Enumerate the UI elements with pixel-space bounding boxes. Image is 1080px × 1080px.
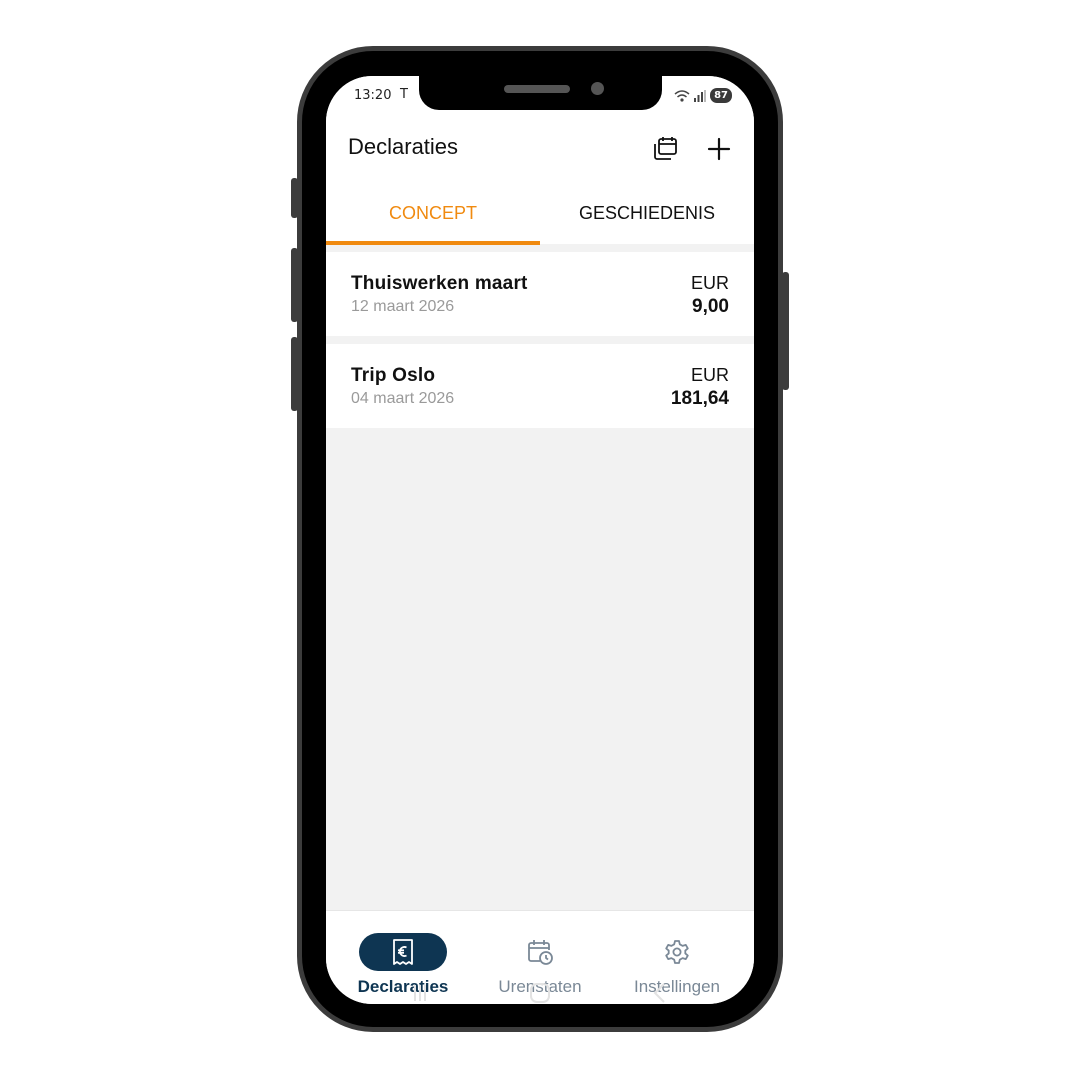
system-navigation (326, 982, 754, 1004)
status-time: 13:20 (354, 88, 392, 103)
back-button[interactable] (645, 982, 675, 1004)
claim-date: 04 maart 2026 (351, 390, 455, 407)
add-claim-button[interactable] (702, 132, 736, 166)
calendar-copy-icon (654, 137, 677, 160)
power-button (782, 272, 789, 390)
gear-icon (665, 940, 689, 964)
plus-icon (707, 137, 731, 161)
tab-geschiedenis[interactable]: GESCHIEDENIS (540, 182, 754, 244)
front-camera (591, 82, 604, 95)
claim-title: Trip Oslo (351, 365, 436, 386)
claim-title: Thuiswerken maart (351, 273, 528, 294)
claims-list: Thuiswerken maart 12 maart 2026 EUR 9,00… (326, 252, 754, 436)
home-button[interactable] (525, 982, 555, 1004)
carrier-icon: T (400, 87, 408, 102)
nav-icon-container (633, 933, 721, 971)
status-indicators: 87 (674, 88, 732, 103)
phone-frame: 13:20 T 87 Declaraties CONCEPT GESCHIEDE… (297, 46, 783, 1032)
list-item[interactable]: Trip Oslo 04 maart 2026 EUR 181,64 (326, 344, 754, 428)
phone-screen: 13:20 T 87 Declaraties CONCEPT GESCHIEDE… (326, 76, 754, 1004)
recents-button[interactable] (405, 982, 435, 1004)
claim-currency: EUR (690, 365, 729, 385)
wifi-icon (674, 89, 690, 102)
nav-icon-container (496, 933, 584, 971)
calendar-copy-button[interactable] (648, 132, 682, 166)
page-title: Declaraties (348, 134, 459, 159)
calendar-clock-icon (528, 940, 553, 965)
home-icon (530, 983, 550, 1003)
bottom-navigation: Declaraties Urenstaten Instellingen (326, 910, 754, 1004)
speaker (504, 85, 570, 93)
nav-active-indicator (359, 933, 447, 971)
signal-icon (694, 89, 707, 102)
notch (419, 76, 662, 110)
claim-date: 12 maart 2026 (351, 298, 455, 315)
list-item[interactable]: Thuiswerken maart 12 maart 2026 EUR 9,00 (326, 252, 754, 336)
battery-icon: 87 (710, 88, 732, 103)
claim-currency: EUR (690, 273, 729, 293)
back-icon (653, 983, 665, 1003)
claim-amount: 181,64 (670, 388, 729, 409)
receipt-euro-icon (393, 939, 413, 965)
claim-amount: 9,00 (692, 296, 729, 317)
tab-bar: CONCEPT GESCHIEDENIS (326, 182, 754, 245)
recents-icon (414, 985, 426, 1001)
app-bar: Declaraties (326, 120, 754, 182)
tab-concept[interactable]: CONCEPT (326, 182, 540, 245)
